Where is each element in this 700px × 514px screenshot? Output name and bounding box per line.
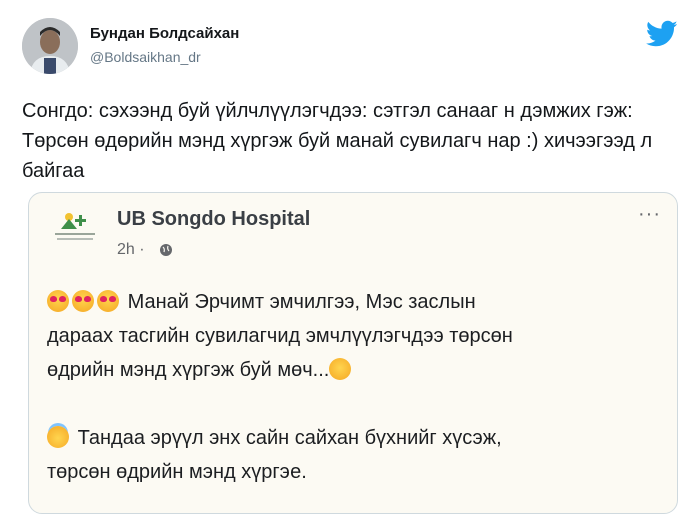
more-options-icon[interactable]: ··· — [638, 203, 661, 226]
tweet-text: Сонгдо: сэхээнд буй үйлчлүүлэгчдээ: сэтг… — [22, 100, 653, 182]
embedded-facebook-post[interactable]: UB Songdo Hospital 2h · ··· Манай Эрчимт… — [28, 192, 678, 514]
author-avatar[interactable] — [22, 18, 78, 74]
post-body: Манай Эрчимт эмчилгээ, Мэс заслын дараах… — [47, 285, 657, 489]
post-time[interactable]: 2h · — [117, 241, 145, 259]
twitter-bird-icon[interactable] — [646, 20, 678, 48]
hospital-logo-icon — [55, 213, 95, 240]
post-line-1: Манай Эрчимт эмчилгээ, Мэс заслын — [47, 285, 657, 319]
globe-icon — [160, 244, 172, 256]
angel-emoji — [47, 426, 69, 448]
author-handle[interactable]: @Boldsaikhan_dr — [90, 49, 201, 65]
post-line-4: Тандаа эрүүл энх сайн сайхан бүхнийг хүс… — [47, 421, 657, 455]
post-line-1-text: Манай Эрчимт эмчилгээ, Мэс заслын — [127, 291, 476, 313]
heart-eyes-emoji — [97, 290, 119, 312]
post-line-5: төрсөн өдрийн мэнд хүргэе. — [47, 461, 307, 483]
party-face-emoji — [329, 358, 352, 380]
post-line-2: дараах тасгийн сувилагчид эмчлүүлэгчдээ … — [47, 325, 513, 347]
heart-eyes-emoji — [72, 290, 94, 312]
post-line-3: өдрийн мэнд хүргэж буй мөч... — [47, 353, 657, 387]
post-line-3-text: өдрийн мэнд хүргэж буй мөч... — [47, 359, 330, 381]
heart-eyes-emoji — [47, 290, 69, 312]
page-name[interactable]: UB Songdo Hospital — [117, 208, 310, 231]
post-line-4-text: Тандаа эрүүл энх сайн сайхан бүхнийг хүс… — [77, 427, 502, 449]
author-name[interactable]: Бундан Болдсайхан — [90, 25, 239, 42]
post-spacer — [47, 387, 657, 421]
avatar-image — [22, 18, 78, 74]
